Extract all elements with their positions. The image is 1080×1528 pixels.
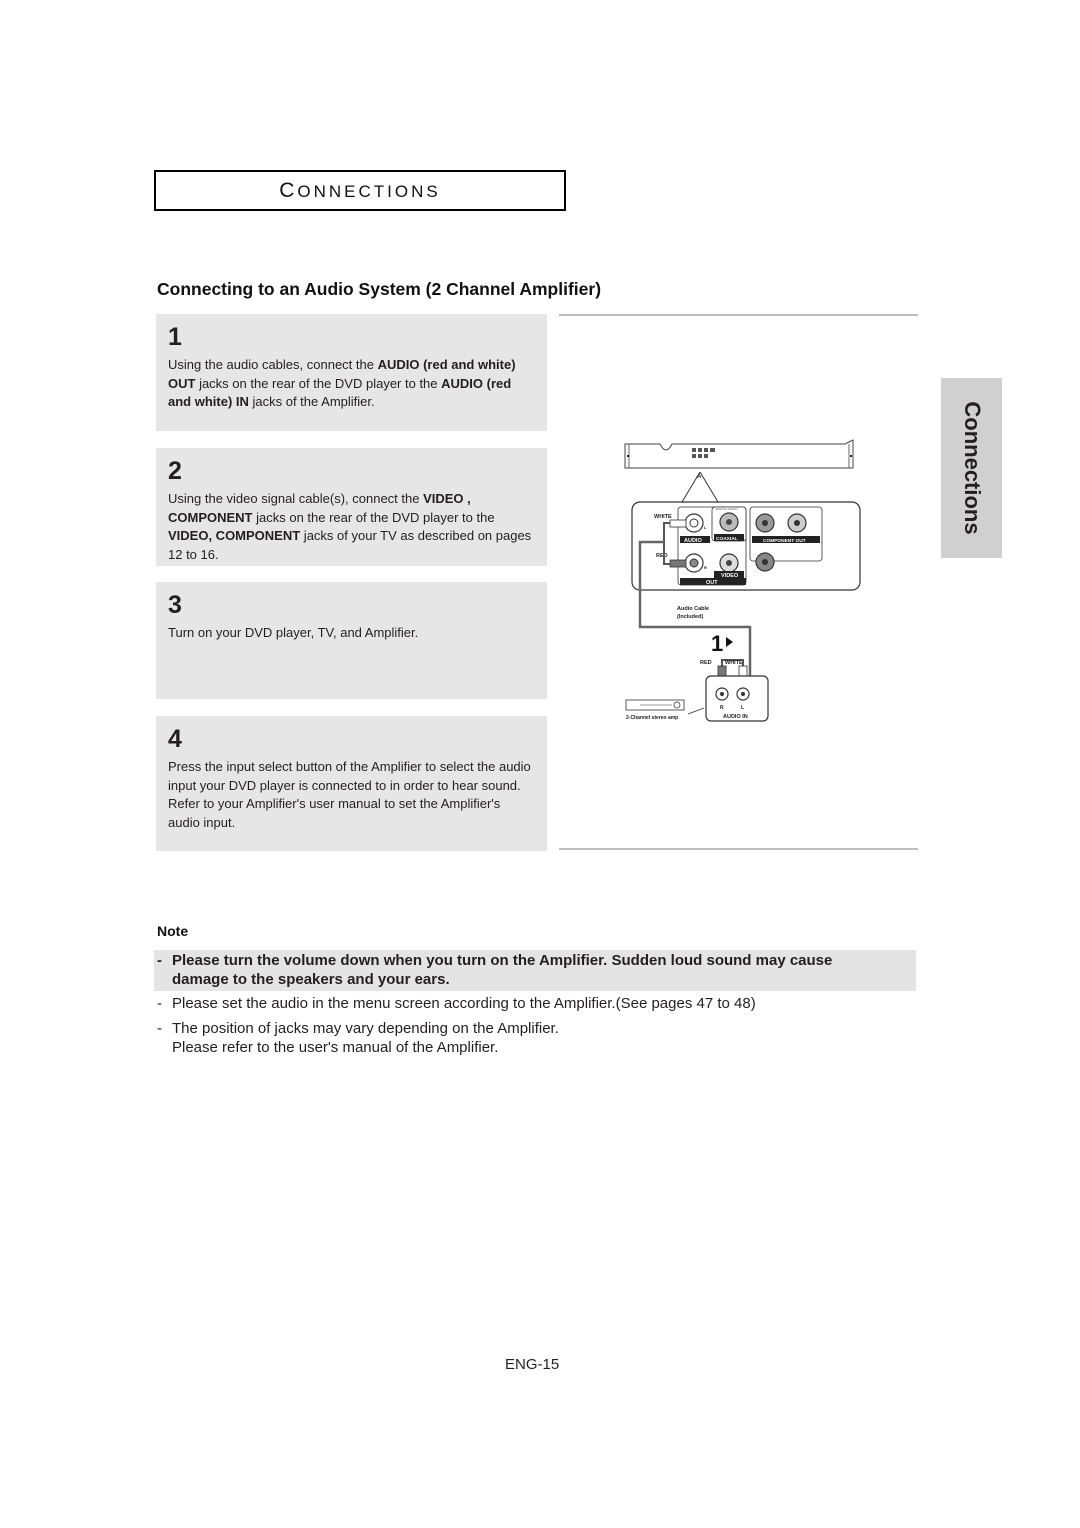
step-text-run: Press the input select button of the Amp…	[168, 759, 531, 830]
page-number: ENG-15	[505, 1356, 560, 1373]
included-label: (Included)	[677, 614, 703, 620]
side-tab-label: Connections	[959, 401, 985, 535]
note-line: Please turn the volume down when you tur…	[172, 952, 833, 969]
dvd-player-rear-panel: A	[624, 439, 854, 480]
note-title: Note	[157, 923, 189, 939]
red-cable-label: RED	[656, 553, 668, 559]
coaxial-label: COAXIAL	[716, 536, 738, 542]
note-dash: -	[157, 995, 162, 1012]
connections-side-tab: Connections	[941, 378, 1002, 558]
section-header-box: CONNECTIONS	[154, 170, 566, 211]
video-jack-icon	[719, 553, 739, 573]
step-3: 3 Turn on your DVD player, TV, and Ampli…	[156, 582, 547, 699]
step-text-run: jacks of the Amplifier.	[248, 394, 375, 409]
note-item-warning: - Please turn the volume down when you tu…	[157, 951, 832, 989]
step-text: Using the video signal cable(s), connect…	[168, 490, 535, 564]
amp-name-label: 2-Channel stereo amp	[626, 715, 678, 721]
amp-l-label: L	[741, 705, 744, 711]
step-text-run: jacks on the rear of the DVD player to t…	[195, 375, 442, 391]
step-text-run: jacks on the rear of the DVD player to t…	[252, 509, 495, 525]
red-plug-icon	[669, 559, 687, 568]
step-text-run: Using the audio cables, connect the	[168, 357, 378, 372]
note-line: The position of jacks may vary depending…	[172, 1020, 559, 1037]
coaxial-jack-icon	[719, 512, 739, 532]
diagram-bottom-rule	[559, 848, 918, 850]
stereo-amp-icon	[625, 699, 705, 715]
component-out-label: COMPONENT OUT	[763, 538, 806, 544]
audio-in-label: AUDIO IN	[723, 714, 748, 720]
section-title: CONNECTIONS	[279, 179, 441, 203]
amp-r-jack-icon	[715, 687, 729, 701]
diagram-top-rule	[559, 314, 918, 316]
note-item-jack-position: - The position of jacks may vary dependin…	[157, 1019, 559, 1057]
step-number: 4	[168, 725, 182, 753]
section-title-initial: C	[279, 178, 298, 202]
step-text: Press the input select button of the Amp…	[168, 758, 535, 832]
note-dash: -	[157, 952, 162, 969]
amp-red-label: RED	[700, 660, 712, 666]
note-line: damage to the speakers and your ears.	[172, 971, 450, 988]
subheading-prefix: Connecting to an	[157, 279, 305, 299]
section-title-rest: ONNECTIONS	[297, 181, 441, 201]
component-y-jack-icon	[787, 513, 807, 533]
component-pr-jack-icon	[755, 513, 775, 533]
step-2: 2 Using the video signal cable(s), conne…	[156, 448, 547, 566]
r-channel-label: R	[704, 565, 707, 570]
step-number: 2	[168, 457, 182, 485]
audio-label: AUDIO	[684, 538, 702, 544]
amp-l-jack-icon	[736, 687, 750, 701]
note-line: Please refer to the user's manual of the…	[172, 1039, 499, 1056]
step-1: 1 Using the audio cables, connect the AU…	[156, 314, 547, 431]
note-line: Please set the audio in the menu screen …	[172, 995, 756, 1012]
white-plug-icon	[669, 519, 687, 528]
connection-diagram: A AUDIO COAXIAL DIGITAL AUDIO COMPONENT …	[624, 439, 861, 722]
audio-r-jack-icon	[684, 553, 704, 573]
step-text-run: Turn on your DVD player, TV, and Amplifi…	[168, 625, 419, 640]
step-text-emphasis: VIDEO, COMPONENT	[168, 528, 301, 543]
step-text-run: Using the video signal cable(s), connect…	[168, 491, 424, 506]
amp-r-label: R	[720, 705, 724, 711]
amp-white-label: WHITE	[725, 660, 743, 666]
step-text: Turn on your DVD player, TV, and Amplifi…	[168, 624, 535, 643]
note-item-menu-settings: - Please set the audio in the menu screen…	[157, 994, 756, 1013]
digital-audio-label: DIGITAL AUDIO	[716, 507, 738, 511]
step-number: 1	[168, 323, 182, 351]
white-cable-label: WHITE	[654, 514, 672, 520]
step-4: 4 Press the input select button of the A…	[156, 716, 547, 851]
step-number: 3	[168, 591, 182, 619]
step-text: Using the audio cables, connect the AUDI…	[168, 356, 535, 412]
out-label: OUT	[706, 580, 718, 586]
arrow-right-icon	[726, 637, 733, 647]
page-subheading: Connecting to an Audio System (2 Channel…	[157, 279, 601, 300]
step-marker-1: 1	[711, 631, 723, 656]
audio-l-jack-icon	[684, 513, 704, 533]
audio-cable-label: Audio Cable	[677, 606, 709, 612]
subheading-emphasis: Audio System (2 Channel Amplifier)	[304, 279, 602, 299]
note-dash: -	[157, 1020, 162, 1037]
component-pb-jack-icon	[755, 552, 775, 572]
